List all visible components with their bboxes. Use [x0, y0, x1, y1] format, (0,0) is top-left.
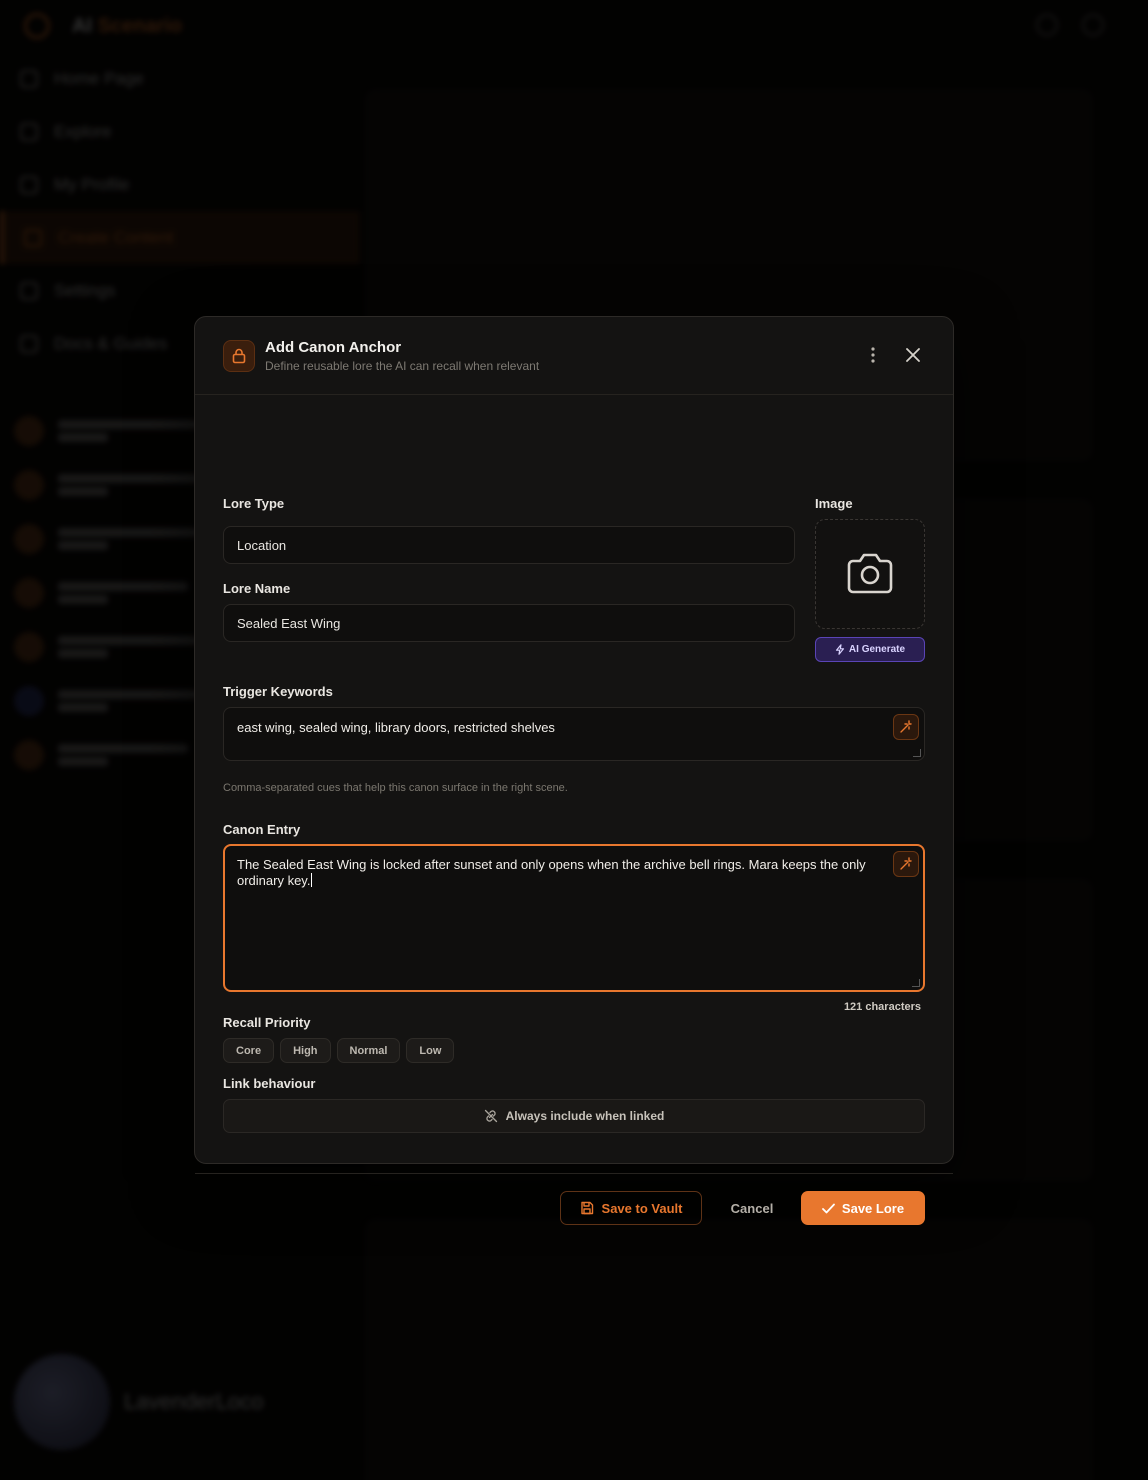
camera-icon [847, 553, 893, 594]
ai-generate-button[interactable]: AI Generate [815, 637, 925, 662]
trigger-keywords-hint: Comma-separated cues that help this cano… [223, 782, 568, 794]
modal-header-actions [863, 345, 923, 365]
lock-icon [223, 339, 255, 372]
lore-name-label: Lore Name [223, 581, 291, 596]
resize-handle[interactable] [913, 749, 921, 757]
modal-titles: Add Canon Anchor Define reusable lore th… [265, 339, 539, 373]
link-behaviour-toggle[interactable]: Always include when linked [223, 1099, 925, 1133]
image-upload[interactable] [815, 519, 925, 629]
save-lore-label: Save Lore [841, 1200, 905, 1216]
text-caret [311, 873, 313, 887]
check-icon [822, 1203, 835, 1213]
trigger-keywords-input[interactable]: east wing, sealed wing, library doors, r… [223, 707, 925, 761]
save-icon [580, 1201, 593, 1215]
recall-priority-label: Recall Priority [223, 1015, 311, 1030]
modal-subtitle: Define reusable lore the AI can recall w… [265, 358, 540, 373]
magic-wand-icon[interactable] [893, 714, 919, 740]
magic-wand-icon[interactable] [893, 851, 919, 877]
lore-type-select[interactable]: Location [223, 526, 795, 564]
cancel-button[interactable]: Cancel [715, 1191, 789, 1225]
modal-body: Lore Type Location Lore Name Sealed East… [195, 395, 953, 1225]
trigger-keywords-value: east wing, sealed wing, library doors, r… [237, 720, 555, 735]
lore-type-label: Lore Type [223, 496, 285, 511]
modal-header: Add Canon Anchor Define reusable lore th… [195, 317, 953, 395]
save-to-vault-label: Save to Vault [601, 1200, 683, 1216]
ai-generate-label: AI Generate [848, 644, 906, 655]
priority-option-core[interactable]: Core [223, 1038, 275, 1063]
canon-entry-value: The Sealed East Wing is locked after sun… [237, 857, 866, 888]
more-options-icon[interactable] [863, 345, 883, 365]
canon-entry-label: Canon Entry [223, 822, 301, 837]
canon-entry-textarea[interactable]: The Sealed East Wing is locked after sun… [223, 844, 925, 992]
unlink-icon [484, 1109, 497, 1123]
bolt-icon [835, 644, 845, 655]
link-behaviour-label: Link behaviour [223, 1076, 316, 1091]
resize-handle[interactable] [912, 979, 920, 987]
lore-name-input[interactable]: Sealed East Wing [223, 604, 795, 642]
priority-option-low[interactable]: Low [406, 1038, 455, 1063]
priority-option-normal[interactable]: Normal [336, 1038, 401, 1063]
save-lore-button[interactable]: Save Lore [801, 1191, 925, 1225]
save-to-vault-button[interactable]: Save to Vault [560, 1191, 702, 1225]
close-icon[interactable] [903, 345, 923, 365]
priority-option-high[interactable]: High [280, 1038, 331, 1063]
character-count: 121 characters [843, 1001, 921, 1013]
link-behaviour-value: Always include when linked [505, 1109, 665, 1123]
modal-title: Add Canon Anchor [265, 338, 402, 356]
add-canon-anchor-modal: Add Canon Anchor Define reusable lore th… [194, 316, 954, 1225]
modal-footer: Save to Vault Cancel Save Lore [195, 1173, 953, 1241]
trigger-keywords-label: Trigger Keywords [223, 684, 333, 699]
recall-priority-options: Core High Normal Low [223, 1038, 455, 1063]
image-label: Image [815, 496, 853, 511]
